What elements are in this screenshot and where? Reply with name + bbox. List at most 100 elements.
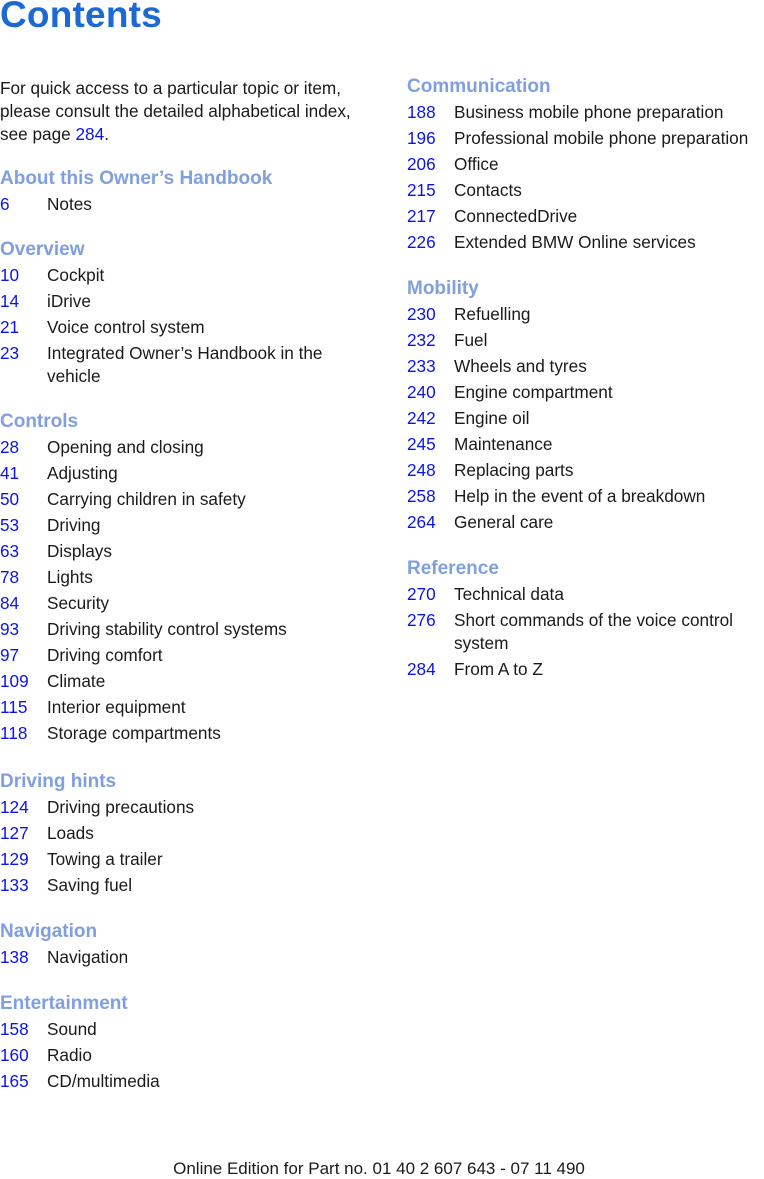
entry-label: Storage compartments <box>47 723 221 743</box>
page-number-link[interactable]: 50 <box>0 488 47 511</box>
toc-entry[interactable]: 133 Saving fuel <box>0 874 380 897</box>
page-number-link[interactable]: 206 <box>407 153 454 176</box>
page-number-link[interactable]: 226 <box>407 231 454 254</box>
page-number-link[interactable]: 109 <box>0 670 47 693</box>
page-number-link[interactable]: 93 <box>0 618 47 641</box>
toc-entry[interactable]: 53 Driving <box>0 514 380 537</box>
entry-label: Lights <box>47 567 93 587</box>
toc-entry[interactable]: 217 ConnectedDrive <box>407 205 764 228</box>
entry-label: Business mobile phone preparation <box>454 102 724 122</box>
entry-label: Engine compartment <box>454 382 613 402</box>
page-number-link[interactable]: 28 <box>0 436 47 459</box>
page-number-link[interactable]: 217 <box>407 205 454 228</box>
page-number-link[interactable]: 84 <box>0 592 47 615</box>
toc-entry[interactable]: 78 Lights <box>0 566 380 589</box>
entry-label: Professional mobile phone preparation <box>454 128 749 148</box>
entry-label: Adjusting <box>47 463 118 483</box>
page-number-link[interactable]: 6 <box>0 193 47 216</box>
toc-entry[interactable]: 188 Business mobile phone preparation <box>407 101 764 124</box>
toc-entry[interactable]: 23 Integrated Owner’s Handbook in the veh… <box>0 342 380 388</box>
page-number-link[interactable]: 118 <box>0 722 47 745</box>
toc-entry[interactable]: 240 Engine compartment <box>407 381 764 404</box>
toc-entry[interactable]: 270 Technical data <box>407 583 764 606</box>
page-number-link[interactable]: 232 <box>407 329 454 352</box>
index-page-link[interactable]: 284 <box>76 124 105 144</box>
page-number-link[interactable]: 242 <box>407 407 454 430</box>
page-number-link[interactable]: 23 <box>0 342 47 388</box>
toc-entry[interactable]: 233 Wheels and tyres <box>407 355 764 378</box>
entry-label: Interior equipment <box>47 697 186 717</box>
toc-entry[interactable]: 41 Adjusting <box>0 462 380 485</box>
page-number-link[interactable]: 10 <box>0 264 47 287</box>
toc-entry[interactable]: 196 Professional mobile phone preparation <box>407 127 764 150</box>
toc-entry[interactable]: 28 Opening and closing <box>0 436 380 459</box>
page-number-link[interactable]: 165 <box>0 1070 47 1093</box>
page-number-link[interactable]: 41 <box>0 462 47 485</box>
page-number-link[interactable]: 138 <box>0 946 47 969</box>
page-number-link[interactable]: 53 <box>0 514 47 537</box>
toc-entry[interactable]: 10 Cockpit <box>0 264 380 287</box>
page-number-link[interactable]: 97 <box>0 644 47 667</box>
page-number-link[interactable]: 284 <box>407 658 454 681</box>
toc-entry[interactable]: 6 Notes <box>0 193 380 216</box>
page-number-link[interactable]: 127 <box>0 822 47 845</box>
toc-entry[interactable]: 284 From A to Z <box>407 658 764 681</box>
page-number-link[interactable]: 158 <box>0 1018 47 1041</box>
toc-entry[interactable]: 21 Voice control system <box>0 316 380 339</box>
page-number-link[interactable]: 160 <box>0 1044 47 1067</box>
toc-entry[interactable]: 165 CD/multimedia <box>0 1070 380 1093</box>
page-number-link[interactable]: 258 <box>407 485 454 508</box>
toc-entry[interactable]: 232 Fuel <box>407 329 764 352</box>
page-number-link[interactable]: 245 <box>407 433 454 456</box>
toc-entry[interactable]: 84 Security <box>0 592 380 615</box>
toc-entry[interactable]: 258 Help in the event of a breakdown <box>407 485 764 508</box>
section-heading: Mobility <box>407 278 479 299</box>
page-number-link[interactable]: 240 <box>407 381 454 404</box>
page-number-link[interactable]: 124 <box>0 796 47 819</box>
toc-entry[interactable]: 138 Navigation <box>0 946 380 969</box>
page-number-link[interactable]: 215 <box>407 179 454 202</box>
toc-entry[interactable]: 158 Sound <box>0 1018 380 1041</box>
toc-entry[interactable]: 215 Contacts <box>407 179 764 202</box>
toc-entry[interactable]: 115 Interior equipment <box>0 696 380 719</box>
toc-entry[interactable]: 245 Maintenance <box>407 433 764 456</box>
toc-entry[interactable]: 63 Displays <box>0 540 380 563</box>
page-number-link[interactable]: 248 <box>407 459 454 482</box>
page-number-link[interactable]: 233 <box>407 355 454 378</box>
toc-entry[interactable]: 124 Driving precautions <box>0 796 380 819</box>
toc-entry[interactable]: 127 Loads <box>0 822 380 845</box>
page-number-link[interactable]: 21 <box>0 316 47 339</box>
toc-entry[interactable]: 129 Towing a trailer <box>0 848 380 871</box>
toc-entry[interactable]: 97 Driving comfort <box>0 644 380 667</box>
page-number-link[interactable]: 230 <box>407 303 454 326</box>
page-number-link[interactable]: 115 <box>0 696 47 719</box>
toc-entry[interactable]: 226 Extended BMW Online services <box>407 231 764 254</box>
toc-entry[interactable]: 230 Refuelling <box>407 303 764 326</box>
entry-label: Opening and closing <box>47 437 204 457</box>
page-number-link[interactable]: 63 <box>0 540 47 563</box>
toc-entry[interactable]: 93 Driving stability control systems <box>0 618 380 641</box>
entry-label: Driving comfort <box>47 645 163 665</box>
page-number-link[interactable]: 129 <box>0 848 47 871</box>
toc-entry[interactable]: 248 Replacing parts <box>407 459 764 482</box>
page-number-link[interactable]: 133 <box>0 874 47 897</box>
toc-entry[interactable]: 276 Short commands of the voice control s… <box>407 609 764 655</box>
toc-entry[interactable]: 242 Engine oil <box>407 407 764 430</box>
entry-label: Short commands of the voice control syst… <box>454 610 733 653</box>
toc-entry[interactable]: 50 Carrying children in safety <box>0 488 380 511</box>
page-number-link[interactable]: 196 <box>407 127 454 150</box>
page-number-link[interactable]: 78 <box>0 566 47 589</box>
page-number-link[interactable]: 264 <box>407 511 454 534</box>
toc-entry[interactable]: 264 General care <box>407 511 764 534</box>
toc-entry[interactable]: 160 Radio <box>0 1044 380 1067</box>
page-number-link[interactable]: 270 <box>407 583 454 606</box>
page-number-link[interactable]: 276 <box>407 609 454 655</box>
toc-entry[interactable]: 206 Office <box>407 153 764 176</box>
page-number-link[interactable]: 14 <box>0 290 47 313</box>
toc-entry[interactable]: 109 Climate <box>0 670 380 693</box>
page-number-link[interactable]: 188 <box>407 101 454 124</box>
toc-entry[interactable]: 118 Storage compartments <box>0 722 380 745</box>
entry-label: CD/multimedia <box>47 1071 160 1091</box>
toc-entry[interactable]: 14 iDrive <box>0 290 380 313</box>
section-heading: About this Owner’s Handbook <box>0 168 273 189</box>
